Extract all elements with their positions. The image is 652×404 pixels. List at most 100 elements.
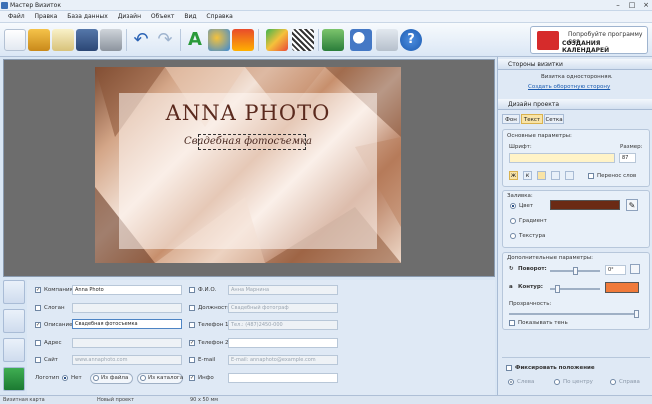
slogan-label: Слоган bbox=[44, 305, 65, 311]
fio-input[interactable]: Анна Марнина bbox=[228, 285, 338, 295]
templates-icon[interactable] bbox=[52, 29, 74, 51]
preview-zoom-icon[interactable] bbox=[350, 29, 372, 51]
create-back-side-link[interactable]: Создать оборотную сторону bbox=[528, 84, 610, 90]
sides-text: Визитка односторонняя. bbox=[541, 74, 613, 80]
help-icon[interactable]: ? bbox=[400, 29, 422, 51]
logo-from-file-radio[interactable] bbox=[93, 375, 99, 381]
add-shape-icon[interactable] bbox=[208, 29, 230, 51]
align-right-icon[interactable] bbox=[565, 171, 574, 180]
menu-edit[interactable]: Правка bbox=[35, 11, 58, 23]
info-checkbox[interactable]: ✓ bbox=[189, 375, 195, 381]
outline-icon: a bbox=[509, 284, 513, 290]
align-center-icon[interactable] bbox=[551, 171, 560, 180]
show-shadow-checkbox[interactable] bbox=[509, 320, 515, 326]
phone2-checkbox[interactable]: ✓ bbox=[189, 340, 195, 346]
logo-none-radio[interactable] bbox=[62, 375, 68, 381]
export-icon[interactable] bbox=[376, 29, 398, 51]
description-checkbox[interactable]: ✓ bbox=[35, 322, 41, 328]
slogan-input[interactable] bbox=[72, 303, 182, 313]
outline-slider-knob[interactable] bbox=[555, 285, 560, 293]
address-checkbox[interactable] bbox=[35, 340, 41, 346]
phone2-input[interactable] bbox=[228, 338, 338, 348]
word-wrap-checkbox[interactable] bbox=[588, 173, 594, 179]
fio-checkbox[interactable] bbox=[189, 287, 195, 293]
email-input[interactable]: E-mail: annaphoto@example.com bbox=[228, 355, 338, 365]
design-header[interactable]: Дизайн проекта bbox=[498, 99, 652, 110]
fill-color-radio[interactable] bbox=[510, 203, 516, 209]
align-center-radio[interactable] bbox=[554, 379, 560, 385]
align-left-radio[interactable] bbox=[508, 379, 514, 385]
redo-icon[interactable]: ↷ bbox=[154, 29, 176, 51]
company-checkbox[interactable]: ✓ bbox=[35, 287, 41, 293]
email-checkbox[interactable] bbox=[189, 357, 195, 363]
align-right-radio[interactable] bbox=[610, 379, 616, 385]
opacity-slider-knob[interactable] bbox=[634, 310, 639, 318]
address-input[interactable] bbox=[72, 338, 182, 348]
fill-texture-radio[interactable] bbox=[510, 233, 516, 239]
phone1-label: Телефон 1 bbox=[198, 322, 229, 328]
business-card-preview[interactable]: ANNA PHOTO Свадебная фотосъемка bbox=[95, 67, 401, 263]
menu-file[interactable]: Файл bbox=[8, 11, 25, 23]
new-file-icon[interactable] bbox=[4, 29, 26, 51]
divider bbox=[502, 357, 650, 358]
outline-color-swatch[interactable] bbox=[605, 282, 639, 293]
align-center-label: По центру bbox=[563, 379, 593, 385]
opacity-slider-track[interactable] bbox=[509, 313, 639, 315]
tab-text-label: Текст bbox=[523, 117, 541, 123]
maximize-icon[interactable]: □ bbox=[625, 1, 639, 10]
position-checkbox[interactable] bbox=[189, 305, 195, 311]
selection-frame[interactable] bbox=[198, 134, 306, 150]
contacts-icon[interactable] bbox=[3, 338, 25, 362]
phone1-input[interactable]: Тел.: (487)2450-000 bbox=[228, 320, 338, 330]
open-folder-icon[interactable] bbox=[28, 29, 50, 51]
print-icon[interactable] bbox=[100, 29, 122, 51]
company-input[interactable]: Anna Photo bbox=[72, 285, 182, 295]
menu-design[interactable]: Дизайн bbox=[118, 11, 141, 23]
align-left-icon[interactable] bbox=[537, 171, 546, 180]
add-text-icon[interactable]: A bbox=[184, 29, 206, 51]
site-input[interactable]: www.annaphoto.com bbox=[72, 355, 182, 365]
tab-text[interactable]: Текст bbox=[521, 114, 543, 124]
close-icon[interactable]: × bbox=[639, 1, 652, 10]
excel-import-icon[interactable] bbox=[3, 367, 25, 391]
promo-line-2: СОЗДАНИЯ КАЛЕНДАРЕЙ bbox=[562, 40, 610, 54]
slogan-checkbox[interactable] bbox=[35, 305, 41, 311]
edit-text-icon[interactable] bbox=[3, 280, 25, 304]
menu-object[interactable]: Объект bbox=[151, 11, 174, 23]
menu-view[interactable]: Вид bbox=[184, 11, 196, 23]
fill-color-swatch[interactable] bbox=[550, 200, 620, 210]
fill-gradient-radio[interactable] bbox=[510, 218, 516, 224]
position-input[interactable]: Свадебный фотограф bbox=[228, 303, 338, 313]
rotate-reset-icon[interactable] bbox=[630, 264, 640, 274]
qr-code-icon[interactable] bbox=[292, 29, 314, 51]
info-input[interactable] bbox=[228, 373, 338, 383]
add-image-icon[interactable] bbox=[232, 29, 254, 51]
color-picker-icon[interactable]: ✎ bbox=[626, 199, 638, 211]
menu-help[interactable]: Справка bbox=[206, 11, 232, 23]
size-input[interactable]: 87 bbox=[619, 153, 636, 163]
site-checkbox[interactable] bbox=[35, 357, 41, 363]
map-icon[interactable] bbox=[266, 29, 288, 51]
description-input[interactable]: Свадебная фотосъемка bbox=[72, 319, 182, 329]
minimize-icon[interactable]: – bbox=[611, 1, 625, 10]
phone1-checkbox[interactable] bbox=[189, 322, 195, 328]
text-effect-icon[interactable]: ж bbox=[509, 171, 518, 180]
crop-icon[interactable] bbox=[322, 29, 344, 51]
tab-background[interactable]: Фон bbox=[502, 114, 520, 124]
sides-header[interactable]: Стороны визитки bbox=[498, 59, 652, 70]
menu-database[interactable]: База данных bbox=[67, 11, 108, 23]
undo-icon[interactable]: ↶ bbox=[130, 29, 152, 51]
outline-label: Контур: bbox=[518, 284, 543, 290]
save-icon[interactable] bbox=[76, 29, 98, 51]
font-dropdown[interactable] bbox=[509, 153, 615, 163]
address-book-icon[interactable] bbox=[3, 309, 25, 333]
extra-params-title: Дополнительные параметры: bbox=[507, 255, 593, 261]
fix-position-checkbox[interactable] bbox=[506, 365, 512, 371]
card-company-text[interactable]: ANNA PHOTO bbox=[95, 101, 401, 125]
italic-icon[interactable]: к bbox=[523, 171, 532, 180]
tab-grid[interactable]: Сетка bbox=[544, 114, 564, 124]
logo-from-catalog-label: Из каталога bbox=[148, 375, 184, 381]
rotate-input[interactable]: 0° bbox=[605, 265, 626, 275]
rotate-slider-knob[interactable] bbox=[573, 267, 578, 275]
logo-from-catalog-radio[interactable] bbox=[140, 375, 146, 381]
